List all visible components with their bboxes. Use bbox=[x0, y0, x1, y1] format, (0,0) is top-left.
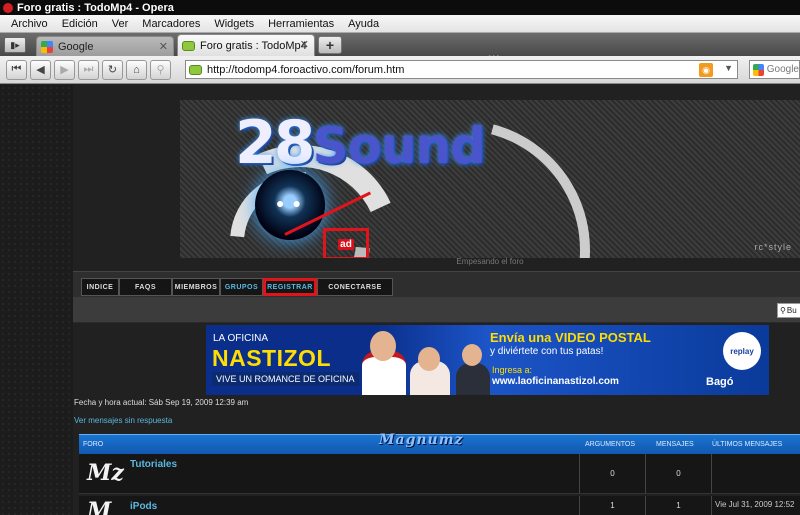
search-placeholder: Google bbox=[766, 64, 799, 75]
nav-miembros[interactable]: MIEMBROS bbox=[172, 278, 220, 296]
back-button[interactable]: ◀ bbox=[30, 59, 51, 80]
page-viewport: 28Sound ●● ad rc*style Empesando el foro… bbox=[0, 85, 800, 515]
forum-name[interactable]: Tutoriales bbox=[130, 459, 177, 470]
header-messages: MENSAJES bbox=[656, 441, 694, 448]
rewind-button[interactable]: ⏮ bbox=[6, 59, 27, 80]
address-field[interactable]: http://todomp4.foroactivo.com/forum.htm … bbox=[185, 60, 738, 79]
forum-last-post: Vie Jul 31, 2009 12:52 bbox=[711, 496, 794, 515]
forum-mz-icon: Mz bbox=[87, 460, 124, 486]
panel-toggle-button[interactable]: ▮▸ bbox=[4, 37, 26, 53]
ad-kicker: LA OFICINA bbox=[213, 333, 269, 344]
style-credit: rc*style bbox=[754, 242, 792, 252]
forum-msgs-count: 1 bbox=[645, 496, 711, 515]
window-title: Foro gratis : TodoMp4 - Opera bbox=[17, 1, 174, 14]
nav-faqs[interactable]: FAQS bbox=[119, 278, 172, 296]
wand-button[interactable]: ⚲ bbox=[150, 59, 171, 80]
address-toolbar: ⏮ ◀ ▶ ⏭ ↻ ⌂ ⚲ http://todomp4.foroactivo.… bbox=[0, 56, 800, 84]
ad-tagline: VIVE UN ROMANCE DE OFICINA bbox=[212, 372, 359, 386]
forum-table: FORO Magnumz ARGUMENTOS MENSAJES ÚLTIMOS… bbox=[79, 432, 800, 515]
ad-headline: Envía una VIDEO POSTAL bbox=[490, 330, 651, 345]
url-text: http://todomp4.foroactivo.com/forum.htm bbox=[207, 63, 405, 76]
magnumz-logo: Magnumz bbox=[379, 432, 464, 448]
replay-logo: replay bbox=[723, 332, 761, 370]
opera-logo-icon bbox=[3, 2, 13, 13]
forum-last-post bbox=[711, 454, 715, 493]
search-button[interactable]: ⚲ Bu bbox=[777, 303, 800, 318]
speech-bubble-favicon-icon bbox=[189, 64, 202, 75]
table-row[interactable]: M iPods 1 1 Vie Jul 31, 2009 12:52 bbox=[79, 496, 800, 515]
tab-google[interactable]: Google ✕ bbox=[36, 36, 174, 56]
site-description: Empesando el foro bbox=[456, 257, 524, 266]
person-head bbox=[418, 347, 440, 371]
nav-indice[interactable]: INDICE bbox=[81, 278, 119, 296]
menu-edicion[interactable]: Edición bbox=[55, 18, 105, 30]
forward-button[interactable]: ▶ bbox=[54, 59, 75, 80]
window-titlebar: Foro gratis : TodoMp4 - Opera bbox=[0, 0, 800, 15]
menu-ver[interactable]: Ver bbox=[105, 18, 136, 30]
rss-feed-icon[interactable]: ◉ bbox=[699, 63, 713, 77]
reload-button[interactable]: ↻ bbox=[102, 59, 123, 80]
new-tab-button[interactable]: + bbox=[318, 36, 342, 54]
table-row[interactable]: Mz Tutoriales 0 0 bbox=[79, 454, 800, 494]
unanswered-posts-link[interactable]: Ver mensajes sin respuesta bbox=[74, 416, 172, 425]
forum-args-count: 0 bbox=[579, 454, 645, 493]
banner-word: Sound bbox=[312, 117, 486, 175]
menu-bar: Archivo Edición Ver Marcadores Widgets H… bbox=[0, 15, 800, 33]
sponsor-logo: Bagó bbox=[706, 376, 734, 388]
forum-msgs-count: 0 bbox=[645, 454, 711, 493]
ad-url-label: Ingresa a: bbox=[492, 365, 533, 375]
header-forum: FORO bbox=[83, 441, 104, 448]
site-banner[interactable]: 28Sound ●● ad rc*style bbox=[180, 100, 800, 258]
nav-registrar[interactable]: REGISTRAR bbox=[263, 278, 317, 296]
tab-foro[interactable]: Foro gratis : TodoMp4 ✕ bbox=[177, 34, 315, 56]
nav-grupos[interactable]: GRUPOS bbox=[220, 278, 263, 296]
forum-table-header: FORO Magnumz ARGUMENTOS MENSAJES ÚLTIMOS… bbox=[79, 432, 800, 454]
skull-eyes-icon: ●● bbox=[276, 195, 309, 211]
magnifier-icon: ⚲ bbox=[780, 306, 786, 315]
banner-logo-text: 28Sound bbox=[235, 108, 486, 178]
menu-marcadores[interactable]: Marcadores bbox=[135, 18, 207, 30]
tab-label: Foro gratis : TodoMp4 bbox=[200, 39, 307, 52]
speech-bubble-favicon-icon bbox=[182, 40, 195, 51]
ad-label: ad bbox=[338, 238, 354, 250]
google-search-icon bbox=[753, 63, 764, 76]
forum-mz-icon: M bbox=[87, 498, 112, 515]
search-button-label: Bu bbox=[786, 306, 797, 315]
google-favicon-icon bbox=[41, 40, 53, 53]
menu-ayuda[interactable]: Ayuda bbox=[341, 18, 386, 30]
menu-widgets[interactable]: Widgets bbox=[207, 18, 261, 30]
nav-conectarse[interactable]: CONECTARSE bbox=[317, 278, 393, 296]
header-last-messages: ÚLTIMOS MENSAJES bbox=[712, 441, 783, 448]
header-arguments: ARGUMENTOS bbox=[585, 441, 636, 448]
menu-herramientas[interactable]: Herramientas bbox=[261, 18, 341, 30]
chevron-down-icon[interactable]: ▼ bbox=[724, 63, 733, 73]
person-head bbox=[462, 344, 482, 366]
menu-archivo[interactable]: Archivo bbox=[4, 18, 55, 30]
person-head bbox=[370, 331, 396, 361]
current-datetime: Fecha y hora actual: Sáb Sep 19, 2009 12… bbox=[74, 398, 249, 407]
search-input[interactable]: Google bbox=[749, 60, 800, 79]
forum-args-count: 1 bbox=[579, 496, 645, 515]
search-toolbar-row: ⚲ Bu bbox=[73, 297, 800, 323]
ad-brand: NASTIZOL bbox=[212, 345, 331, 371]
close-tab-icon[interactable]: ✕ bbox=[159, 40, 168, 53]
fast-forward-button[interactable]: ⏭ bbox=[78, 59, 99, 80]
ad-subheadline: y diviértete con tus patas! bbox=[490, 346, 604, 357]
ad-url[interactable]: www.laoficinanastizol.com bbox=[492, 376, 619, 387]
close-tab-icon[interactable]: ✕ bbox=[300, 38, 309, 51]
person-figure bbox=[456, 363, 490, 395]
main-nav: INDICE FAQS MIEMBROS GRUPOS REGISTRAR CO… bbox=[81, 278, 393, 296]
tab-bar: ▮▸ Google ✕ Foro gratis : TodoMp4 ✕ + bbox=[0, 33, 800, 56]
main-nav-row: INDICE FAQS MIEMBROS GRUPOS REGISTRAR CO… bbox=[73, 271, 800, 297]
home-button[interactable]: ⌂ bbox=[126, 59, 147, 80]
forum-content: 28Sound ●● ad rc*style Empesando el foro… bbox=[73, 85, 800, 515]
tab-label: Google bbox=[58, 40, 94, 53]
ad-highlight-box: ad bbox=[323, 228, 369, 258]
forum-name[interactable]: iPods bbox=[130, 501, 157, 512]
banner-number: 28 bbox=[235, 108, 315, 178]
ad-people-photo bbox=[356, 331, 504, 395]
advertisement-banner[interactable]: LA OFICINA NASTIZOL VIVE UN ROMANCE DE O… bbox=[206, 325, 769, 395]
